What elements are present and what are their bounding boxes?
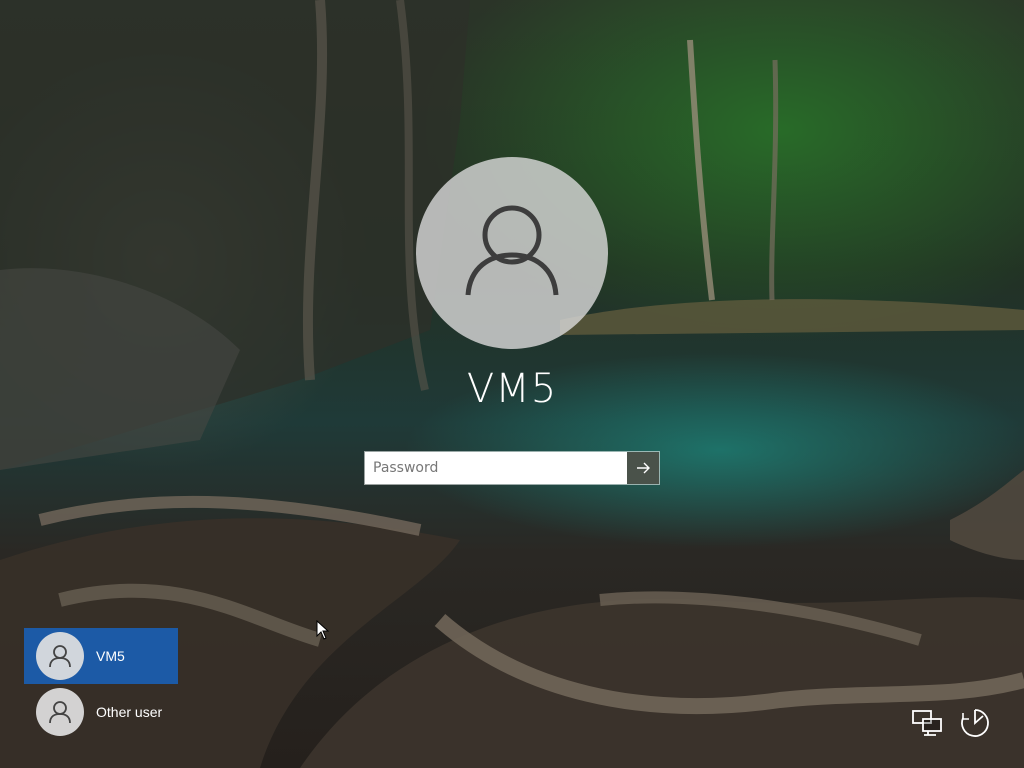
user-switcher: VM5 Other user	[24, 628, 178, 740]
user-silhouette-icon	[49, 701, 71, 724]
arrow-right-icon	[637, 462, 650, 474]
user-avatar	[416, 157, 608, 349]
submit-button[interactable]	[627, 452, 659, 484]
password-input[interactable]	[365, 452, 627, 484]
user-avatar-small	[36, 632, 84, 680]
user-item-label: VM5	[96, 648, 125, 664]
network-button[interactable]	[910, 706, 944, 740]
ease-of-access-button[interactable]	[958, 706, 992, 740]
network-icon	[912, 710, 942, 736]
mouse-pointer-icon	[316, 620, 330, 640]
user-silhouette-icon	[465, 205, 559, 296]
user-avatar-small	[36, 688, 84, 736]
account-name: VM5	[466, 366, 558, 412]
user-item-other-user[interactable]: Other user	[24, 684, 178, 740]
user-item-vm5[interactable]: VM5	[24, 628, 178, 684]
ease-of-access-icon	[961, 709, 989, 737]
password-box	[364, 451, 660, 485]
user-silhouette-icon	[49, 645, 71, 668]
user-item-label: Other user	[96, 704, 163, 720]
